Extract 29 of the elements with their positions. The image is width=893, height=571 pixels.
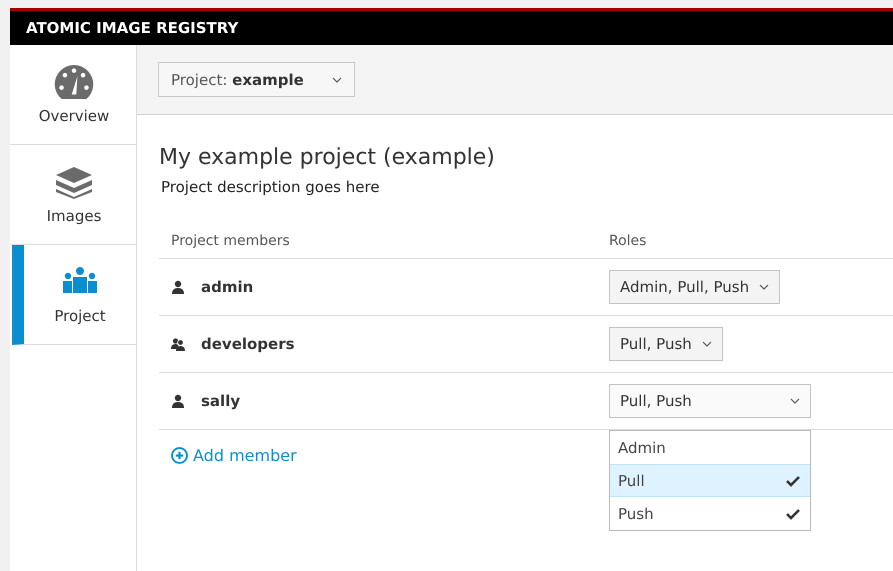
caret-icon: [332, 76, 342, 82]
app-title: ATOMIC IMAGE REGISTRY: [26, 19, 238, 37]
gauge-icon: [54, 64, 94, 98]
user-icon: [171, 394, 185, 408]
user-icon: [171, 280, 185, 294]
member-name: admin: [201, 278, 254, 296]
column-header: Roles: [609, 233, 648, 249]
caret-icon: [759, 284, 770, 290]
member-name: sally: [201, 392, 240, 410]
project-title: My example project (example): [159, 145, 496, 170]
member-name: developers: [201, 335, 295, 353]
users-icon: [171, 337, 185, 351]
role-option[interactable]: Push: [610, 497, 810, 530]
sidebar-item[interactable]: Images: [10, 145, 136, 245]
project-select[interactable]: Project: example: [158, 62, 355, 97]
roles-dropdown[interactable]: Pull, Push: [609, 327, 723, 361]
layers-icon: [54, 164, 94, 198]
add-member-link[interactable]: Add member: [171, 446, 297, 465]
role-option[interactable]: Pull: [610, 464, 810, 497]
caret-icon: [790, 398, 800, 404]
roles-dropdown[interactable]: Admin, Pull, Push: [609, 270, 780, 304]
role-option[interactable]: Admin: [610, 431, 810, 464]
sidebar-item[interactable]: Project: [12, 245, 136, 345]
column-header: Project members: [170, 233, 291, 249]
roles-dropdown[interactable]: Pull, Push: [609, 384, 811, 418]
sidebar-item[interactable]: Overview: [10, 45, 136, 145]
project-description: Project description goes here: [161, 178, 381, 196]
caret-icon: [702, 341, 712, 347]
plus-circle-icon: [171, 447, 188, 464]
